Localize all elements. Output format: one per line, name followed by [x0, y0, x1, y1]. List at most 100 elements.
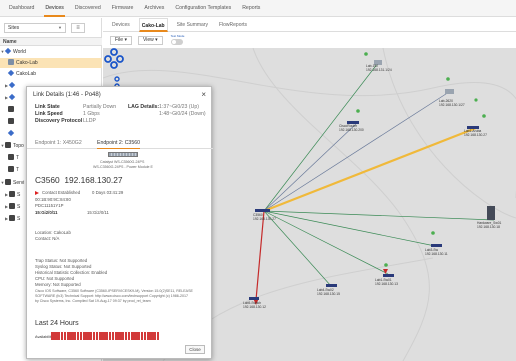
- node-label: C3560 192.168.130.27: [253, 213, 276, 221]
- tree-item-label: CakoLab: [16, 71, 37, 77]
- link-state-value: Partially Down: [83, 104, 117, 110]
- contact-established-value: 0 Days 03:41:29: [92, 190, 124, 195]
- view-menu-button[interactable]: View ▾: [137, 35, 163, 45]
- node-status-icon: [356, 109, 360, 113]
- file-menu-button[interactable]: File ▾: [110, 35, 132, 45]
- link-line[interactable]: [263, 210, 495, 221]
- expand-icon[interactable]: ▶: [4, 93, 9, 103]
- site-icon: [7, 129, 15, 137]
- folder-icon: [5, 142, 11, 148]
- map-toolbar: File ▾ View ▾ Test Mode: [103, 33, 516, 47]
- switch-icon[interactable]: [255, 209, 270, 212]
- availability-bar: [140, 332, 144, 340]
- menu-button[interactable]: ≡: [71, 23, 85, 33]
- expand-icon[interactable]: ▼: [0, 47, 5, 57]
- discovery-protocol-label: Discovery Protocol: [35, 118, 83, 124]
- availability-bar: [63, 332, 67, 340]
- view-menu-label: View: [142, 36, 154, 43]
- link-line-down[interactable]: [255, 210, 265, 301]
- nav-tab-devices[interactable]: Devices: [44, 0, 65, 17]
- availability-bar: [70, 332, 73, 340]
- link-line[interactable]: [263, 210, 389, 275]
- port-name-secondary: 15:Gi2/0/11: [87, 210, 109, 215]
- tree-item-cako-lab[interactable]: Cako-Lab: [0, 58, 102, 68]
- node-status-icon: [446, 77, 450, 81]
- availability-bar: [124, 332, 128, 340]
- node-label: Lab-192 192.168.131.1/24: [366, 64, 392, 72]
- site-select[interactable]: Sites ▼: [4, 23, 66, 33]
- link-line[interactable]: [263, 91, 450, 212]
- tree-item-label: World: [13, 49, 26, 55]
- availability-bar: [57, 332, 60, 340]
- app-window: Dashboard Devices Discovered Firmware Ar…: [0, 0, 516, 361]
- link-line[interactable]: [263, 122, 358, 212]
- subtab-flowreports[interactable]: FlowReports: [217, 18, 249, 32]
- switch-icon: [8, 154, 14, 160]
- nav-tab-firmware[interactable]: Firmware: [111, 0, 135, 17]
- availability-bar: [79, 332, 83, 340]
- node-label: Lab-2620 192.168.130.1/27: [439, 99, 465, 107]
- tab-endpoint-2[interactable]: Endpoint 2: C3560: [97, 140, 140, 149]
- close-button[interactable]: Close: [185, 345, 205, 354]
- availability-bar: [143, 332, 147, 340]
- site-icon: [8, 81, 16, 89]
- availability-bar: [73, 332, 76, 340]
- lag-member-2: 1:48~Gi0/24 (Down): [159, 111, 206, 117]
- availability-bar: [92, 332, 96, 340]
- flag-icon: [35, 191, 39, 195]
- availability-bar: [134, 332, 137, 340]
- availability-bar: [95, 332, 99, 340]
- router-icon[interactable]: [445, 89, 454, 94]
- device-ip: 192.168.130.27: [64, 175, 123, 185]
- subtab-devices[interactable]: Devices: [110, 18, 132, 32]
- node-label: Lab4-Sw02 192.168.130.15: [317, 288, 340, 296]
- nav-tab-reports[interactable]: Reports: [241, 0, 261, 17]
- node-label: Hardware_Sw01 192.168.130.18: [477, 221, 502, 229]
- nav-tab-dashboard[interactable]: Dashboard: [8, 0, 35, 17]
- name-column-header[interactable]: Name: [0, 37, 102, 46]
- status-line: Memory: Not Supported: [35, 282, 81, 287]
- chevron-down-icon: ▼: [58, 25, 62, 30]
- node-status-icon: [482, 114, 486, 118]
- link-line[interactable]: [263, 210, 332, 287]
- switch-icon[interactable]: [383, 274, 394, 277]
- switch-icon: [8, 166, 14, 172]
- node-label: Lab1-Aruba 192.168.130.27: [464, 129, 487, 137]
- switch-icon: [8, 106, 14, 112]
- expand-icon[interactable]: ▶: [4, 81, 9, 91]
- nav-tab-discovered[interactable]: Discovered: [74, 0, 102, 17]
- system-description: by Cisco Systems, Inc. Compiled Sat 19-A…: [35, 299, 151, 303]
- node-status-icon: [364, 52, 368, 56]
- link-details-dialog: Link Details (1:46 - Po48) × Link State …: [26, 86, 213, 359]
- tab-endpoint-1[interactable]: Endpoint 1: X450G2: [35, 140, 82, 146]
- availability-bar: [137, 332, 140, 340]
- availability-bar: [127, 332, 131, 340]
- nav-tab-archives[interactable]: Archives: [143, 0, 165, 17]
- tree-item-cakolab[interactable]: CakoLab: [0, 69, 102, 79]
- switch-icon[interactable]: [326, 284, 337, 287]
- nav-tab-configuration-templates[interactable]: Configuration Templates: [174, 0, 232, 17]
- server-icon[interactable]: [487, 206, 495, 220]
- node-label: Lab5-Switch 192.168.130.12: [243, 301, 266, 309]
- tree-item-label: Cako-Lab: [16, 60, 38, 66]
- availability-bar: [89, 332, 92, 340]
- node-label: Lab1-Sw01 192.168.130.13: [375, 278, 398, 286]
- availability-bar: [150, 332, 153, 340]
- test-mode-toggle[interactable]: [170, 38, 183, 45]
- sub-tabs: Devices Cako-Lab Site Summary FlowReport…: [103, 17, 516, 32]
- subtab-site-summary[interactable]: Site Summary: [175, 18, 210, 32]
- test-mode-label: Test Mode: [170, 33, 185, 38]
- close-icon[interactable]: ×: [201, 90, 206, 99]
- subtab-cako-lab[interactable]: Cako-Lab: [138, 17, 168, 32]
- link-state-label: Link State: [35, 104, 60, 110]
- switch-icon[interactable]: [431, 244, 442, 247]
- availability-bar: [105, 332, 108, 340]
- tree-item-world[interactable]: ▼ World: [0, 47, 102, 57]
- tree-item-label: S: [17, 216, 21, 222]
- contact-established-label: Contact Established: [42, 190, 81, 195]
- tree-item-label: S: [17, 192, 21, 198]
- availability-bar: [118, 332, 121, 340]
- top-nav: Dashboard Devices Discovered Firmware Ar…: [0, 0, 516, 17]
- switch-icon[interactable]: [249, 297, 259, 300]
- cloud-group-icon[interactable]: [104, 48, 124, 69]
